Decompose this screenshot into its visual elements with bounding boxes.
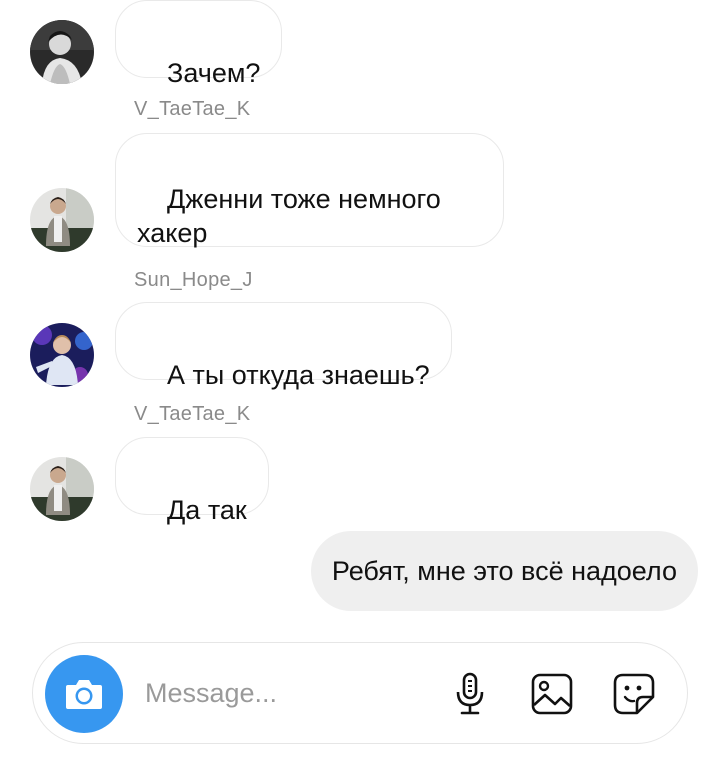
sender-name: V_TaeTae_K	[134, 98, 251, 120]
message-text: Да так	[167, 495, 247, 525]
sticker-icon	[613, 673, 655, 715]
message-composer	[32, 642, 688, 744]
camera-icon	[66, 680, 102, 709]
message-text: Дженни тоже немного хакер	[137, 184, 441, 248]
microphone-button[interactable]	[447, 671, 493, 717]
avatar[interactable]	[30, 20, 94, 84]
sender-name: Sun_Hope_J	[134, 269, 253, 291]
sticker-button[interactable]	[611, 671, 657, 717]
message-bubble[interactable]: Зачем?	[115, 0, 283, 88]
message-bubble[interactable]: Дженни тоже немного хакер	[115, 133, 504, 248]
message-text: Ребят, мне это всё надоело	[331, 556, 677, 586]
avatar[interactable]	[30, 457, 94, 521]
camera-button[interactable]	[45, 655, 123, 733]
message-bubble[interactable]: А ты откуда знаешь?	[115, 302, 452, 390]
message-text: А ты откуда знаешь?	[167, 360, 430, 390]
message-text: Зачем?	[167, 58, 261, 88]
avatar[interactable]	[30, 188, 94, 252]
gallery-icon	[531, 673, 573, 715]
avatar[interactable]	[30, 323, 94, 387]
my-message-bubble[interactable]: Ребят, мне это всё надоело	[310, 531, 698, 611]
sender-name: V_TaeTae_K	[134, 403, 251, 425]
gallery-button[interactable]	[529, 671, 575, 717]
microphone-icon	[456, 672, 484, 715]
message-input[interactable]	[145, 669, 435, 717]
message-bubble[interactable]: Да так	[115, 437, 269, 525]
